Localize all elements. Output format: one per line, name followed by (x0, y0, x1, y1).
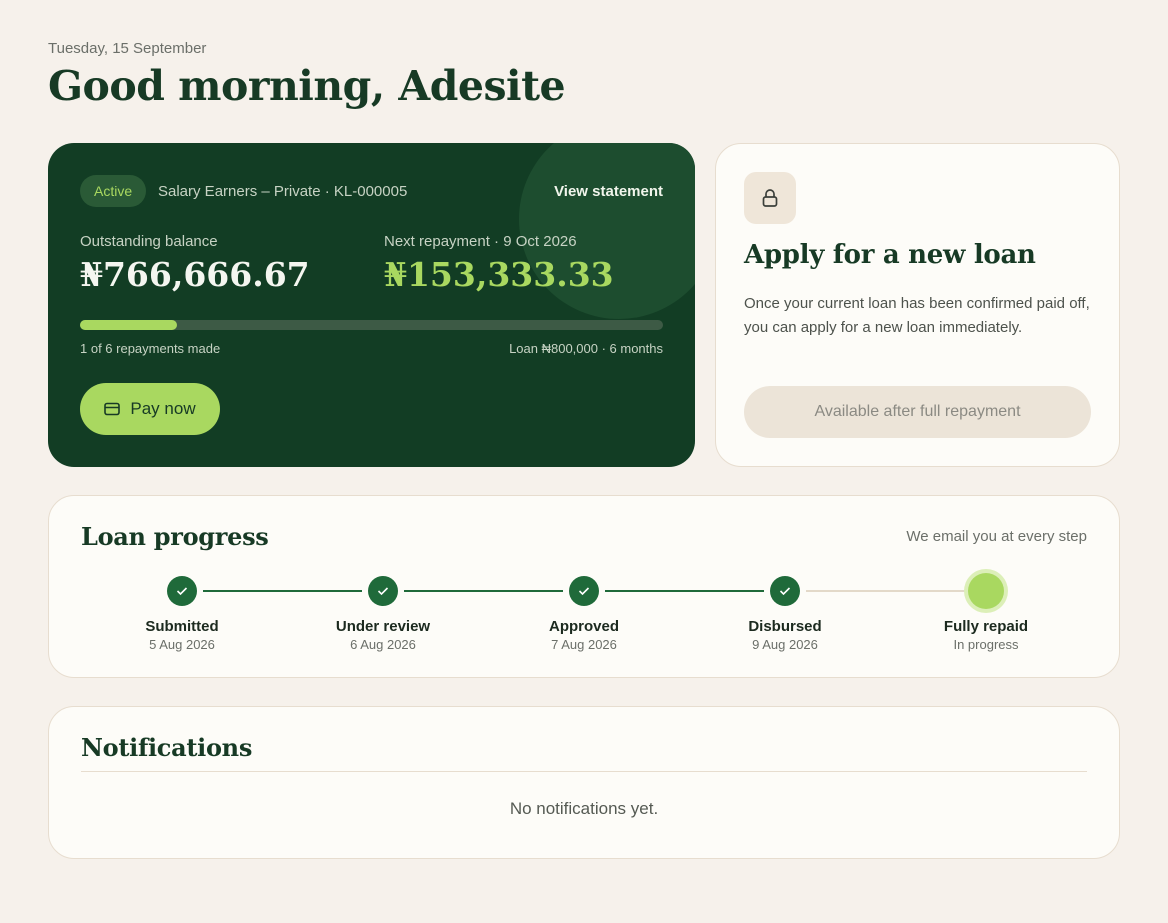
step-date: In progress (953, 637, 1019, 652)
apply-description: Once your current loan has been confirme… (744, 295, 1090, 336)
step-label: Disbursed (748, 618, 822, 635)
pay-now-button[interactable]: Pay now (80, 383, 220, 435)
step-label: Submitted (145, 618, 219, 635)
repayment-count: 1 of 6 repayments made (80, 341, 221, 356)
next-repayment-value: ₦153,333.33 (384, 255, 614, 294)
lock-icon (744, 172, 796, 224)
outstanding-balance-value: ₦766,666.67 (80, 255, 310, 294)
next-repayment-label: Next repayment · 9 Oct 2026 (384, 233, 577, 250)
step-check-icon (770, 576, 800, 606)
step-check-icon (167, 576, 197, 606)
step-date: 9 Aug 2026 (752, 637, 818, 652)
step-check-icon (569, 576, 599, 606)
repayment-progress-fill (80, 320, 178, 330)
greeting-title: Good morning, Adesite (48, 62, 566, 110)
step-connector (404, 590, 563, 592)
loan-progress-card: Loan progress We email you at every step… (48, 495, 1120, 678)
notifications-title: Notifications (81, 733, 253, 762)
step-label: Under review (335, 618, 431, 635)
step-check-icon (368, 576, 398, 606)
outstanding-balance-label: Outstanding balance (80, 233, 218, 250)
pay-now-label: Pay now (130, 399, 196, 418)
step-label: Approved (548, 618, 619, 635)
notifications-card: Notifications No notifications yet. (48, 706, 1120, 859)
loan-terms: Loan ₦800,000 · 6 months (509, 341, 663, 356)
date-label: Tuesday, 15 September (48, 40, 207, 57)
email-note: We email you at every step (906, 528, 1087, 545)
status-badge: Active (80, 175, 147, 207)
repayment-progress-bar (80, 320, 663, 330)
step-label: Fully repaid (943, 618, 1029, 635)
step-date: 7 Aug 2026 (551, 637, 617, 652)
divider (81, 771, 1087, 772)
apply-disabled-button[interactable]: Available after full repayment (744, 386, 1091, 438)
step-current-indicator (968, 573, 1004, 609)
step-connector (203, 590, 362, 592)
active-loan-card: Active Salary Earners – Private · KL-000… (48, 143, 695, 467)
loan-meta: Salary Earners – Private · KL-000005 (158, 183, 408, 200)
step-date: 6 Aug 2026 (350, 637, 416, 652)
loan-progress-title: Loan progress (81, 522, 269, 551)
view-statement-link[interactable]: View statement (554, 183, 663, 200)
apply-loan-card: Apply for a new loan Once your current l… (715, 143, 1120, 467)
step-connector (806, 590, 965, 592)
card-icon (104, 402, 121, 416)
step-date: 5 Aug 2026 (149, 637, 215, 652)
notifications-empty-text: No notifications yet. (509, 799, 659, 818)
step-connector (605, 590, 764, 592)
apply-title: Apply for a new loan (744, 240, 1036, 270)
